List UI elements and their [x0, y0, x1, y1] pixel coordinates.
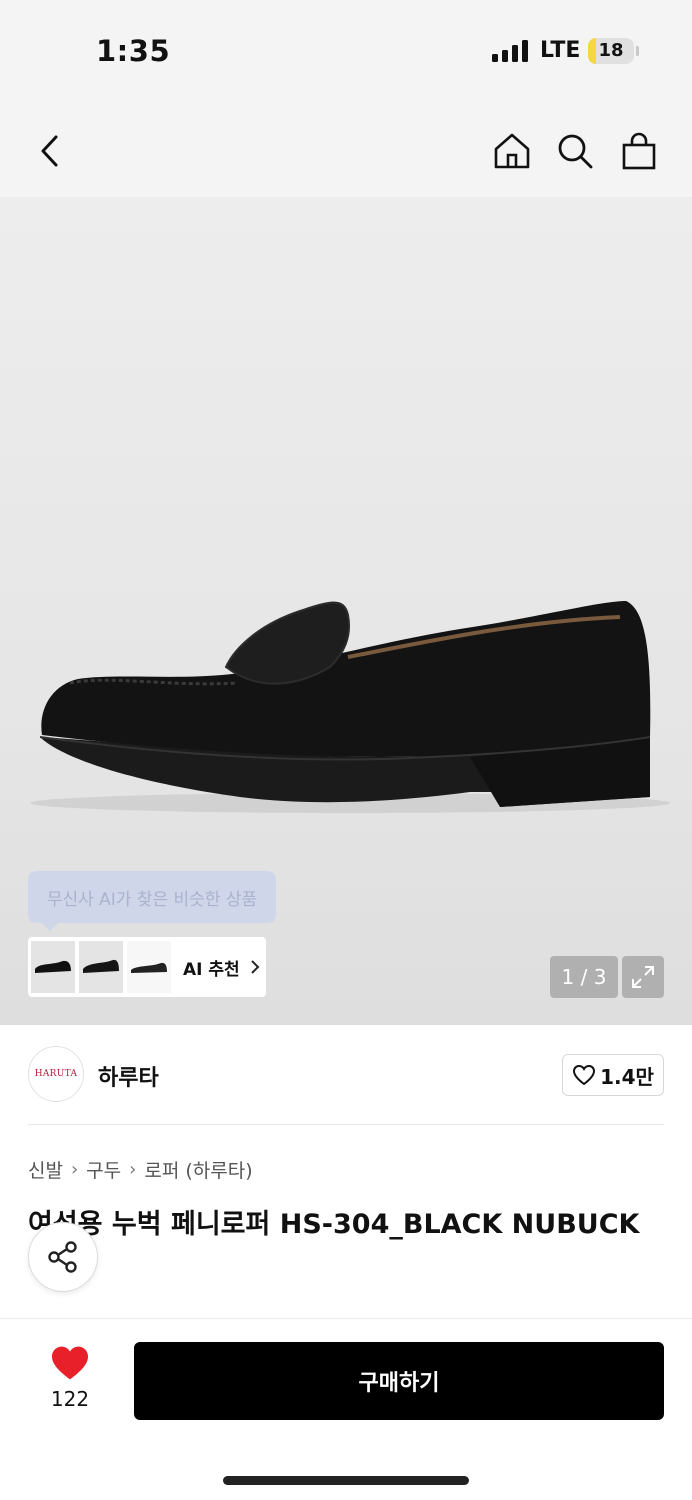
brand-logo[interactable]: HARUTA: [28, 1046, 84, 1102]
share-button[interactable]: [28, 1222, 98, 1292]
ai-recommend-bar[interactable]: AI 추천: [28, 937, 266, 997]
expand-icon: [632, 966, 654, 988]
chevron-left-icon: [41, 135, 58, 167]
chevron-right-icon: [250, 960, 260, 974]
image-counter: 1 / 3: [550, 956, 618, 998]
ai-thumb-1[interactable]: [31, 941, 75, 993]
cart-button[interactable]: [617, 129, 661, 173]
home-button[interactable]: [490, 129, 534, 173]
ai-thumb-3[interactable]: [127, 941, 171, 993]
home-icon: [494, 133, 530, 169]
battery-nub: [636, 46, 639, 56]
like-button[interactable]: [50, 1345, 90, 1381]
battery-level: 18: [598, 40, 624, 61]
battery-icon: 18: [588, 38, 634, 64]
product-title: 여성용 누벅 페니로퍼 HS-304_BLACK NUBUCK: [28, 1209, 640, 1240]
brand-like-button[interactable]: 1.4만: [562, 1054, 664, 1096]
heart-outline-icon: [573, 1064, 596, 1086]
shopping-bag-icon: [622, 132, 656, 170]
ai-recommend-label: AI 추천: [183, 959, 240, 980]
breadcrumb-item[interactable]: 로퍼 (하루타): [144, 1156, 252, 1183]
ai-thumb-2[interactable]: [79, 941, 123, 993]
home-indicator: [223, 1476, 469, 1485]
network-type: LTE: [540, 38, 581, 63]
signal-icon: [492, 40, 528, 62]
breadcrumb: 신발 › 구두 › 로퍼 (하루타): [28, 1156, 253, 1183]
brand-name[interactable]: 하루타: [98, 1060, 159, 1092]
brand-like-count: 1.4만: [600, 1064, 654, 1089]
search-button[interactable]: [553, 129, 597, 173]
buy-button[interactable]: 구매하기: [134, 1342, 664, 1420]
expand-button[interactable]: [622, 956, 664, 998]
chevron-right-icon: ›: [129, 1159, 137, 1180]
status-bar: 1:35 LTE 18: [0, 0, 692, 105]
ai-similar-tooltip[interactable]: 무신사 AI가 찾은 비슷한 상품: [28, 871, 276, 931]
shoe-thumbnail: [131, 962, 167, 973]
breadcrumb-item[interactable]: 구두: [86, 1156, 121, 1183]
share-icon: [48, 1241, 77, 1273]
divider: [28, 1124, 664, 1125]
top-nav: [0, 105, 692, 197]
heart-filled-icon: [52, 1346, 88, 1380]
shoe-thumbnail: [35, 960, 71, 973]
search-icon: [558, 134, 593, 169]
breadcrumb-item[interactable]: 신발: [28, 1156, 63, 1183]
like-count: 122: [50, 1387, 90, 1411]
shoe-thumbnail: [83, 959, 119, 973]
bottom-purchase-bar: 122 구매하기: [0, 1318, 692, 1500]
product-image-gallery[interactable]: 무신사 AI가 찾은 비슷한 상품 AI 추천 1 / 3: [0, 197, 692, 1025]
back-button[interactable]: [28, 129, 72, 173]
status-time: 1:35: [96, 34, 171, 68]
chevron-right-icon: ›: [70, 1159, 79, 1180]
brand-row: HARUTA 하루타 1.4만: [28, 1046, 664, 1104]
